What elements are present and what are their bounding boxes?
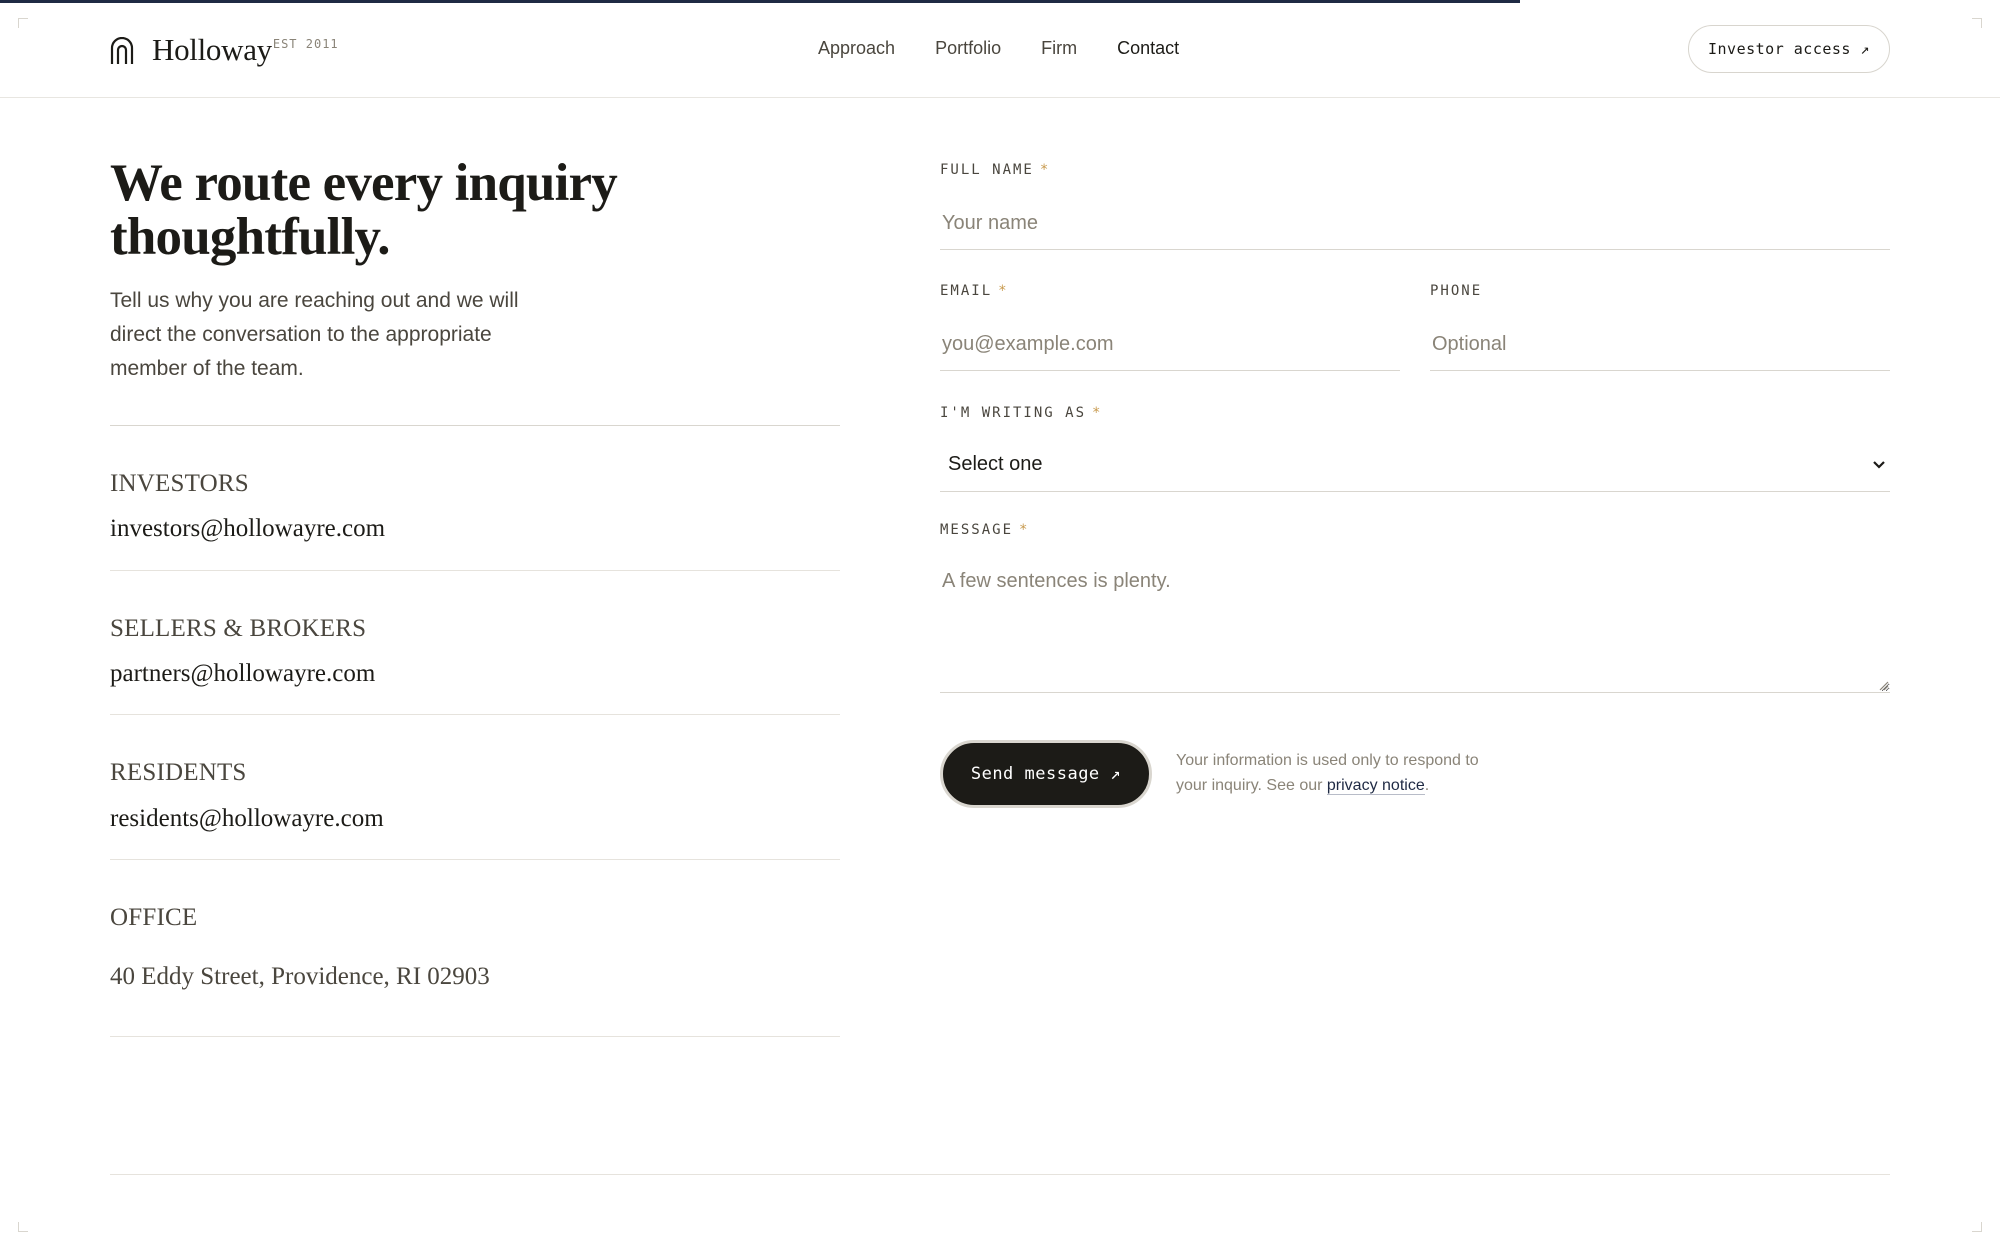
privacy-text-end: . bbox=[1424, 777, 1430, 794]
nav-contact[interactable]: Contact bbox=[1117, 36, 1179, 60]
brand-logo[interactable]: Holloway EST 2011 bbox=[110, 30, 339, 70]
send-message-button[interactable]: Send message ↗ bbox=[940, 740, 1152, 808]
nav-approach[interactable]: Approach bbox=[818, 36, 895, 60]
writing-as-select[interactable]: Select one bbox=[940, 438, 1890, 492]
email-label: EMAIL * bbox=[940, 283, 1009, 299]
divider bbox=[110, 425, 840, 426]
message-textarea[interactable] bbox=[940, 556, 1890, 693]
full-name-input[interactable] bbox=[940, 198, 1890, 250]
divider bbox=[110, 570, 840, 571]
required-marker: * bbox=[1019, 522, 1030, 538]
nav-portfolio[interactable]: Portfolio bbox=[935, 36, 1001, 60]
privacy-note: Your information is used only to respond… bbox=[1176, 748, 1506, 798]
phone-label: PHONE bbox=[1430, 283, 1483, 299]
contact-label-sellers: SELLERS & BROKERS bbox=[110, 615, 367, 642]
privacy-notice-link[interactable]: privacy notice bbox=[1326, 777, 1425, 795]
resize-handle-icon[interactable] bbox=[1877, 679, 1889, 691]
full-name-label: FULL NAME * bbox=[940, 162, 1051, 178]
contact-email-residents[interactable]: residents@hollowayre.com bbox=[110, 805, 384, 833]
investor-access-button[interactable]: Investor access ↗ bbox=[1688, 25, 1890, 73]
intro-text: Tell us why you are reaching out and we … bbox=[110, 289, 519, 380]
brand-established: EST 2011 bbox=[272, 37, 339, 51]
office-address: 40 Eddy Street, Providence, RI 02903 bbox=[110, 963, 490, 990]
contact-email-partners[interactable]: partners@hollowayre.com bbox=[110, 660, 375, 688]
divider bbox=[110, 859, 840, 860]
divider bbox=[110, 714, 840, 715]
chevron-down-icon bbox=[1873, 460, 1885, 469]
contact-email-investors[interactable]: investors@hollowayre.com bbox=[110, 515, 385, 543]
page-title: We route every inquiry thoughtfully. bbox=[110, 154, 618, 266]
site-header: Holloway EST 2011 Approach Portfolio Fir… bbox=[0, 0, 2000, 98]
corner-mark bbox=[18, 1222, 28, 1232]
message-label: MESSAGE * bbox=[940, 522, 1030, 538]
corner-mark bbox=[1972, 1222, 1982, 1232]
brand-name: Holloway bbox=[152, 32, 272, 67]
contact-label-investors: INVESTORS bbox=[110, 470, 249, 497]
arch-logo-icon bbox=[110, 37, 134, 64]
writing-as-selected: Select one bbox=[948, 453, 1043, 475]
nav-firm[interactable]: Firm bbox=[1041, 36, 1077, 60]
contact-label-residents: RESIDENTS bbox=[110, 759, 247, 786]
phone-input[interactable] bbox=[1430, 319, 1890, 371]
required-marker: * bbox=[1092, 405, 1103, 421]
required-marker: * bbox=[998, 283, 1009, 299]
footer-divider bbox=[110, 1174, 1890, 1175]
required-marker: * bbox=[1039, 162, 1051, 178]
writing-as-label: I'M WRITING AS * bbox=[940, 405, 1103, 421]
contact-label-office: OFFICE bbox=[110, 904, 198, 931]
divider bbox=[110, 1036, 840, 1037]
email-input[interactable] bbox=[940, 319, 1400, 371]
main-nav: Approach Portfolio Firm Contact bbox=[818, 36, 1179, 60]
